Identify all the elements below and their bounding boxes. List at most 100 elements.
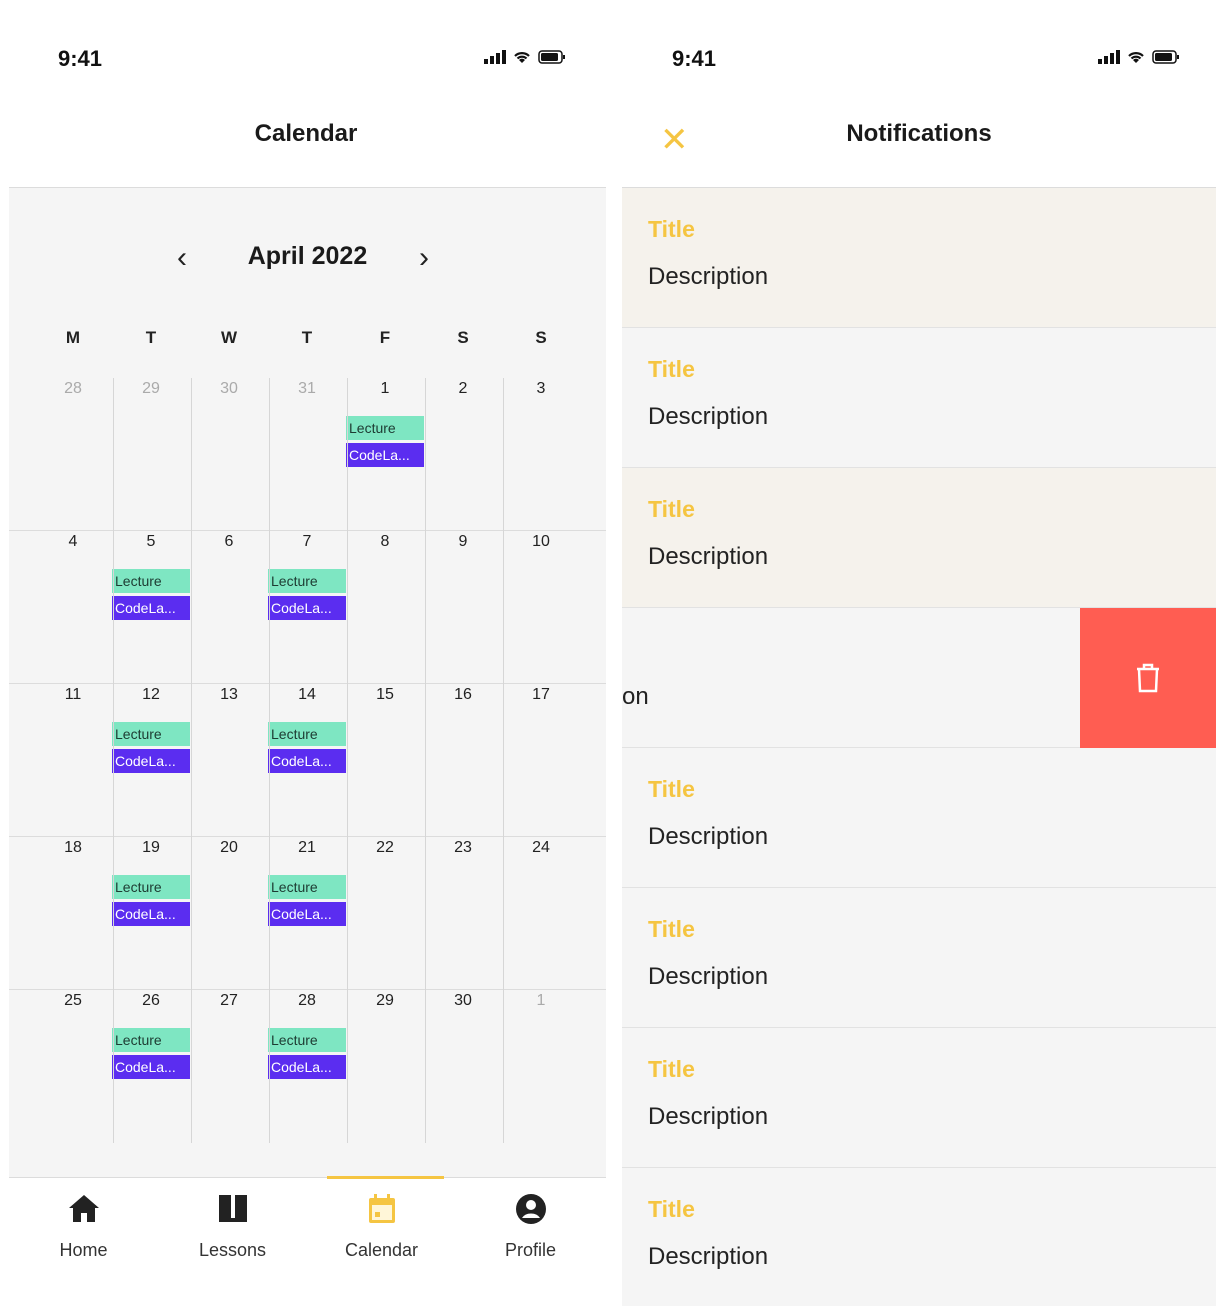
lecture-event[interactable]: Lecture	[268, 875, 346, 899]
day-cell[interactable]: 28 Lecture CodeLa...	[268, 990, 346, 1143]
day-cell[interactable]: 13	[190, 684, 268, 837]
month-navigator: ‹ April 2022 ›	[9, 238, 606, 278]
notification-item[interactable]: Title Description	[622, 1168, 1216, 1306]
notification-description: Description	[648, 823, 769, 850]
chevron-right-icon[interactable]: ›	[419, 238, 429, 278]
codelab-event[interactable]: CodeLa...	[268, 749, 346, 773]
lecture-event[interactable]: Lecture	[112, 875, 190, 899]
day-cell[interactable]: 16	[424, 684, 502, 837]
codelab-event[interactable]: CodeLa...	[112, 749, 190, 773]
day-number: 28	[64, 380, 82, 397]
notification-title: Title	[648, 776, 695, 802]
day-cell[interactable]: 5 Lecture CodeLa...	[112, 531, 190, 684]
notification-title: Title	[648, 356, 695, 382]
codelab-event[interactable]: CodeLa...	[346, 443, 424, 467]
day-cell[interactable]: 1	[502, 990, 580, 1143]
lecture-event[interactable]: Lecture	[112, 722, 190, 746]
day-cell[interactable]: 23	[424, 837, 502, 990]
lecture-event[interactable]: Lecture	[346, 416, 424, 440]
notification-item[interactable]: Title Description	[622, 1028, 1216, 1168]
notification-item-swiped[interactable]: on	[622, 608, 1216, 748]
day-cell[interactable]: 19 Lecture CodeLa...	[112, 837, 190, 990]
day-cell[interactable]: 4	[34, 531, 112, 684]
notification-item[interactable]: Title Description	[622, 468, 1216, 608]
day-number: 27	[220, 992, 238, 1009]
day-cell[interactable]: 22	[346, 837, 424, 990]
day-cell[interactable]: 29	[112, 378, 190, 531]
lecture-event[interactable]: Lecture	[112, 1028, 190, 1052]
day-number: 1	[380, 380, 390, 397]
day-cell[interactable]: 1 Lecture CodeLa...	[346, 378, 424, 531]
lecture-event[interactable]: Lecture	[268, 569, 346, 593]
tab-label: Calendar	[344, 1240, 419, 1260]
tab-profile[interactable]: Profile	[456, 1178, 605, 1278]
day-number: 30	[454, 992, 472, 1009]
day-number: 21	[298, 839, 316, 856]
column-divider	[269, 378, 270, 1143]
day-cell[interactable]: 7 Lecture CodeLa...	[268, 531, 346, 684]
day-number: 15	[376, 686, 394, 703]
day-number: 30	[220, 380, 238, 397]
day-cell[interactable]: 31	[268, 378, 346, 531]
day-cell[interactable]: 26 Lecture CodeLa...	[112, 990, 190, 1143]
signal-icon	[484, 50, 506, 64]
day-cell[interactable]: 27	[190, 990, 268, 1143]
notification-item[interactable]: Title Description	[622, 328, 1216, 468]
lecture-event[interactable]: Lecture	[112, 569, 190, 593]
notification-description: Description	[648, 1103, 769, 1130]
day-cell[interactable]: 14 Lecture CodeLa...	[268, 684, 346, 837]
notification-title: Title	[648, 216, 695, 242]
codelab-event[interactable]: CodeLa...	[112, 1055, 190, 1079]
day-cell[interactable]: 25	[34, 990, 112, 1143]
battery-icon	[1152, 50, 1179, 64]
day-cell[interactable]: 11	[34, 684, 112, 837]
day-number: 16	[454, 686, 472, 703]
codelab-event[interactable]: CodeLa...	[268, 1055, 346, 1079]
notification-description-partial: on	[622, 683, 649, 710]
day-number: 12	[142, 686, 160, 703]
column-divider	[191, 378, 192, 1143]
day-cell[interactable]: 12 Lecture CodeLa...	[112, 684, 190, 837]
calendar: ‹ April 2022 › MTWTFSS 28 29 30 31 1 Lecture C…	[9, 187, 606, 1178]
codelab-event[interactable]: CodeLa...	[268, 596, 346, 620]
signal-icon	[1098, 50, 1120, 64]
calendar-screen: 9:41 Calendar ‹ April 2022 › MTWTFSS 28 2…	[0, 0, 612, 1307]
day-cell[interactable]: 17	[502, 684, 580, 837]
tab-home[interactable]: Home	[9, 1178, 158, 1278]
day-number: 28	[298, 992, 316, 1009]
tab-label: Lessons	[198, 1240, 267, 1260]
codelab-event[interactable]: CodeLa...	[112, 596, 190, 620]
day-cell[interactable]: 8	[346, 531, 424, 684]
notification-item[interactable]: Title Description	[622, 188, 1216, 328]
day-cell[interactable]: 9	[424, 531, 502, 684]
day-cell[interactable]: 6	[190, 531, 268, 684]
day-number: 26	[142, 992, 160, 1009]
tab-calendar[interactable]: Calendar	[307, 1178, 456, 1278]
lecture-event[interactable]: Lecture	[268, 722, 346, 746]
notifications-screen: 9:41 ✕ Notifications Title Description T…	[622, 0, 1216, 1306]
column-divider	[503, 378, 504, 1143]
wifi-icon	[514, 52, 530, 63]
day-cell[interactable]: 10	[502, 531, 580, 684]
trash-icon	[1137, 663, 1159, 693]
delete-button[interactable]	[1080, 608, 1216, 748]
day-cell[interactable]: 30	[424, 990, 502, 1143]
lecture-event[interactable]: Lecture	[268, 1028, 346, 1052]
day-cell[interactable]: 29	[346, 990, 424, 1143]
weekday-label: S	[535, 328, 547, 347]
day-cell[interactable]: 15	[346, 684, 424, 837]
notification-description: Description	[648, 1243, 769, 1270]
codelab-event[interactable]: CodeLa...	[112, 902, 190, 926]
notification-item[interactable]: Title Description	[622, 888, 1216, 1028]
day-cell[interactable]: 20	[190, 837, 268, 990]
day-cell[interactable]: 24	[502, 837, 580, 990]
day-cell[interactable]: 28	[34, 378, 112, 531]
day-cell[interactable]: 2	[424, 378, 502, 531]
notification-item[interactable]: Title Description	[622, 748, 1216, 888]
day-cell[interactable]: 3	[502, 378, 580, 531]
day-cell[interactable]: 21 Lecture CodeLa...	[268, 837, 346, 990]
tab-lessons[interactable]: Lessons	[158, 1178, 307, 1278]
day-cell[interactable]: 18	[34, 837, 112, 990]
codelab-event[interactable]: CodeLa...	[268, 902, 346, 926]
day-cell[interactable]: 30	[190, 378, 268, 531]
